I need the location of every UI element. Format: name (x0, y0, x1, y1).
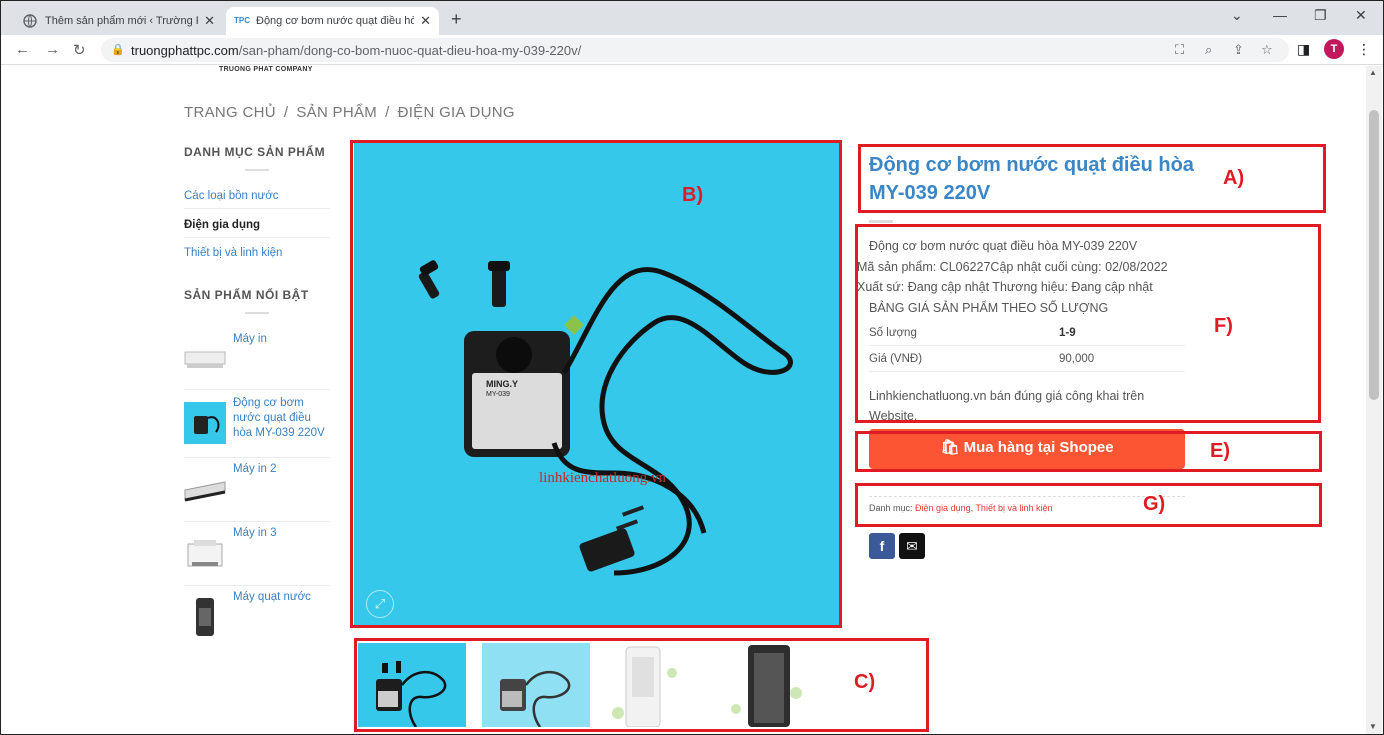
back-icon[interactable]: ← (15, 41, 30, 58)
tab-title: Động cơ bơm nước quạt điều hò (256, 15, 415, 27)
annotation-box-a (858, 144, 1326, 213)
scroll-down-icon[interactable]: ▼ (1369, 722, 1377, 731)
scroll-up-icon[interactable]: ▲ (1369, 68, 1377, 77)
tab-strip: Thêm sản phẩm mới ‹ Trường Phá ✕ TPC Độn… (1, 1, 1383, 35)
url-text: truongphattpc.com/san-pham/dong-co-bom-n… (131, 43, 582, 58)
categories-heading: DANH MỤC SẢN PHẨM (184, 145, 326, 159)
lock-icon: 🔒 (111, 44, 125, 56)
annotation-box-f (855, 224, 1321, 423)
browser-toolbar: ← → ↻ 🔒 truongphattpc.com/san-pham/dong-… (1, 35, 1383, 65)
breadcrumb-products[interactable]: SẢN PHẨM (296, 104, 377, 121)
featured-product-name[interactable]: Máy in 3 (233, 526, 333, 541)
breadcrumb-category[interactable]: ĐIỆN GIA DỤNG (398, 104, 515, 121)
close-icon[interactable]: ✕ (420, 13, 431, 29)
featured-product-name[interactable]: Máy in 2 (233, 462, 333, 477)
product-thumbnail[interactable] (184, 596, 226, 638)
annotation-label-f: F) (1214, 315, 1233, 337)
featured-product[interactable]: Máy in (184, 328, 330, 390)
sidebar-item-devices-components[interactable]: Thiết bị và linh kiện (184, 247, 330, 265)
minimize-icon[interactable]: — (1273, 7, 1287, 23)
email-share-icon[interactable]: ✉ (899, 533, 925, 559)
product-thumbnail[interactable] (184, 468, 226, 510)
tab-add-product[interactable]: Thêm sản phẩm mới ‹ Trường Phá ✕ (15, 7, 223, 35)
annotation-box-e (855, 431, 1322, 472)
annotation-label-b: B) (682, 184, 704, 206)
translate-icon[interactable]: ⛶ (1175, 42, 1184, 58)
side-panel-icon[interactable]: ◨ (1297, 41, 1310, 58)
featured-heading: SẢN PHẨM NỔI BẬT (184, 288, 309, 302)
site-favicon-icon: TPC (234, 16, 250, 25)
tab-product-page[interactable]: TPC Động cơ bơm nước quạt điều hò ✕ (226, 7, 439, 35)
share-icon[interactable]: ⇪ (1233, 42, 1244, 58)
breadcrumb-home[interactable]: TRANG CHỦ (184, 104, 276, 121)
site-logo[interactable]: TRUONG PHAT COMPANY (219, 66, 313, 73)
zoom-icon[interactable]: ⌕ (1205, 42, 1212, 58)
annotation-label-g: G) (1143, 493, 1166, 515)
annotation-box-b (350, 140, 842, 628)
featured-product[interactable]: Máy in 3 (184, 522, 330, 586)
featured-product-name[interactable]: Động cơ bơm nước quạt điều hòa MY-039 22… (233, 396, 333, 441)
page-scrollbar[interactable]: ▲ ▼ (1366, 66, 1382, 734)
annotation-box-g (855, 483, 1322, 527)
more-menu-icon[interactable]: ⋮ (1357, 41, 1371, 58)
globe-icon (23, 14, 37, 28)
window-close-icon[interactable]: ✕ (1355, 7, 1367, 24)
divider (869, 220, 893, 223)
web-page: TRUONG PHAT COMPANY TRANG CHỦ / SẢN PHẨM / Đ… (1, 66, 1366, 734)
scrollbar-thumb[interactable] (1369, 110, 1379, 400)
breadcrumb-separator: / (283, 104, 289, 121)
restore-icon[interactable]: ❐ (1314, 7, 1327, 24)
featured-product[interactable]: Động cơ bơm nước quạt điều hòa MY-039 22… (184, 392, 330, 458)
breadcrumb-separator: / (385, 104, 390, 121)
product-thumbnail[interactable] (184, 532, 226, 574)
breadcrumb: TRANG CHỦ / SẢN PHẨM / ĐIỆN GIA DỤNG (184, 104, 523, 121)
annotation-label-c: C) (854, 671, 876, 693)
sidebar-item-water-tanks[interactable]: Các loại bồn nước (184, 190, 330, 209)
featured-product[interactable]: Máy quạt nước (184, 586, 330, 648)
divider (245, 169, 269, 171)
featured-product-name[interactable]: Máy in (233, 332, 333, 347)
close-icon[interactable]: ✕ (204, 13, 215, 29)
annotation-box-c (354, 638, 929, 732)
reload-icon[interactable]: ↻ (73, 41, 86, 59)
product-thumbnail[interactable] (184, 402, 226, 444)
avatar[interactable]: T (1324, 39, 1344, 59)
tab-title: Thêm sản phẩm mới ‹ Trường Phá (45, 15, 198, 27)
product-thumbnail[interactable] (184, 338, 226, 380)
forward-icon[interactable]: → (45, 41, 60, 58)
annotation-label-a: A) (1223, 167, 1245, 189)
address-bar[interactable]: 🔒 truongphattpc.com/san-pham/dong-co-bom… (101, 38, 1289, 62)
bookmark-star-icon[interactable]: ☆ (1261, 42, 1273, 58)
sidebar-item-home-appliances[interactable]: Điện gia dụng (184, 219, 330, 238)
annotation-label-e: E) (1210, 440, 1230, 462)
divider (245, 312, 269, 314)
facebook-share-icon[interactable]: f (869, 533, 895, 559)
chevron-down-icon[interactable]: ⌄ (1231, 7, 1243, 24)
featured-product-name[interactable]: Máy quạt nước (233, 590, 333, 605)
featured-product[interactable]: Máy in 2 (184, 458, 330, 522)
new-tab-icon[interactable]: + (451, 9, 462, 30)
